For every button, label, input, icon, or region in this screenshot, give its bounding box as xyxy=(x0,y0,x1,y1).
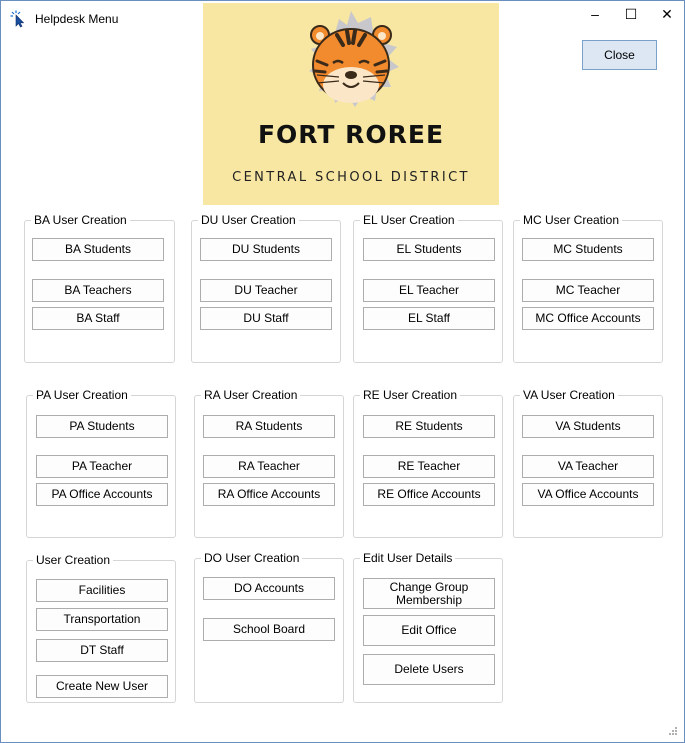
group-label: Edit User Details xyxy=(360,551,456,565)
district-name: FORT ROREE xyxy=(257,120,445,149)
delete-users-button[interactable]: Delete Users xyxy=(363,654,495,685)
group-va-user-creation: VA User Creation VA Students VA Teacher … xyxy=(513,388,663,538)
re-teacher-button[interactable]: RE Teacher xyxy=(363,455,495,478)
group-mc-user-creation: MC User Creation MC Students MC Teacher … xyxy=(513,213,663,363)
maximize-button[interactable]: ☐ xyxy=(613,1,649,27)
mc-teacher-button[interactable]: MC Teacher xyxy=(522,279,654,302)
district-subtitle: CENTRAL SCHOOL DISTRICT xyxy=(232,170,470,185)
minimize-button[interactable]: – xyxy=(577,1,613,27)
ra-teacher-button[interactable]: RA Teacher xyxy=(203,455,335,478)
cursor-click-icon xyxy=(10,10,25,28)
group-el-user-creation: EL User Creation EL Students EL Teacher … xyxy=(353,213,503,363)
close-button[interactable]: Close xyxy=(582,40,657,70)
pa-teacher-button[interactable]: PA Teacher xyxy=(36,455,168,478)
group-do-user-creation: DO User Creation DO Accounts School Boar… xyxy=(194,551,344,703)
group-edit-user-details: Edit User Details Change Group Membershi… xyxy=(353,551,503,703)
ra-office-accounts-button[interactable]: RA Office Accounts xyxy=(203,483,335,506)
window-close-button[interactable]: ✕ xyxy=(649,1,685,27)
el-teacher-button[interactable]: EL Teacher xyxy=(363,279,495,302)
du-teacher-button[interactable]: DU Teacher xyxy=(200,279,332,302)
group-label: DU User Creation xyxy=(198,213,299,227)
group-pa-user-creation: PA User Creation PA Students PA Teacher … xyxy=(26,388,176,538)
helpdesk-window: Helpdesk Menu – ☐ ✕ FORT ROREE CENTRAL S… xyxy=(0,0,685,743)
group-re-user-creation: RE User Creation RE Students RE Teacher … xyxy=(353,388,503,538)
re-students-button[interactable]: RE Students xyxy=(363,415,495,438)
dt-staff-button[interactable]: DT Staff xyxy=(36,639,168,662)
group-ra-user-creation: RA User Creation RA Students RA Teacher … xyxy=(194,388,344,538)
du-staff-button[interactable]: DU Staff xyxy=(200,307,332,330)
edit-office-button[interactable]: Edit Office xyxy=(363,615,495,646)
va-office-accounts-button[interactable]: VA Office Accounts xyxy=(522,483,654,506)
group-label: User Creation xyxy=(33,553,114,567)
ba-teachers-button[interactable]: BA Teachers xyxy=(32,279,164,302)
group-label: BA User Creation xyxy=(31,213,130,227)
group-label: RE User Creation xyxy=(360,388,461,402)
el-staff-button[interactable]: EL Staff xyxy=(363,307,495,330)
create-new-user-button[interactable]: Create New User xyxy=(36,675,168,698)
ba-students-button[interactable]: BA Students xyxy=(32,238,164,261)
group-label: PA User Creation xyxy=(33,388,131,402)
ra-students-button[interactable]: RA Students xyxy=(203,415,335,438)
group-user-creation: User Creation Facilities Transportation … xyxy=(26,553,176,703)
school-board-button[interactable]: School Board xyxy=(203,618,335,641)
mc-students-button[interactable]: MC Students xyxy=(522,238,654,261)
transportation-button[interactable]: Transportation xyxy=(36,608,168,631)
re-office-accounts-button[interactable]: RE Office Accounts xyxy=(363,483,495,506)
group-label: EL User Creation xyxy=(360,213,458,227)
va-teacher-button[interactable]: VA Teacher xyxy=(522,455,654,478)
ba-staff-button[interactable]: BA Staff xyxy=(32,307,164,330)
district-banner: FORT ROREE CENTRAL SCHOOL DISTRICT xyxy=(203,3,499,205)
du-students-button[interactable]: DU Students xyxy=(200,238,332,261)
group-label: VA User Creation xyxy=(520,388,618,402)
el-students-button[interactable]: EL Students xyxy=(363,238,495,261)
mc-office-accounts-button[interactable]: MC Office Accounts xyxy=(522,307,654,330)
group-label: DO User Creation xyxy=(201,551,303,565)
group-label: RA User Creation xyxy=(201,388,301,402)
tiger-mascot-icon xyxy=(309,11,399,107)
window-title: Helpdesk Menu xyxy=(35,12,119,26)
va-students-button[interactable]: VA Students xyxy=(522,415,654,438)
change-group-membership-button[interactable]: Change Group Membership xyxy=(363,578,495,609)
group-label: MC User Creation xyxy=(520,213,623,227)
facilities-button[interactable]: Facilities xyxy=(36,579,168,602)
pa-students-button[interactable]: PA Students xyxy=(36,415,168,438)
group-ba-user-creation: BA User Creation BA Students BA Teachers… xyxy=(24,213,175,363)
do-accounts-button[interactable]: DO Accounts xyxy=(203,577,335,600)
resize-grip-icon[interactable] xyxy=(668,726,678,736)
group-du-user-creation: DU User Creation DU Students DU Teacher … xyxy=(191,213,341,363)
pa-office-accounts-button[interactable]: PA Office Accounts xyxy=(36,483,168,506)
